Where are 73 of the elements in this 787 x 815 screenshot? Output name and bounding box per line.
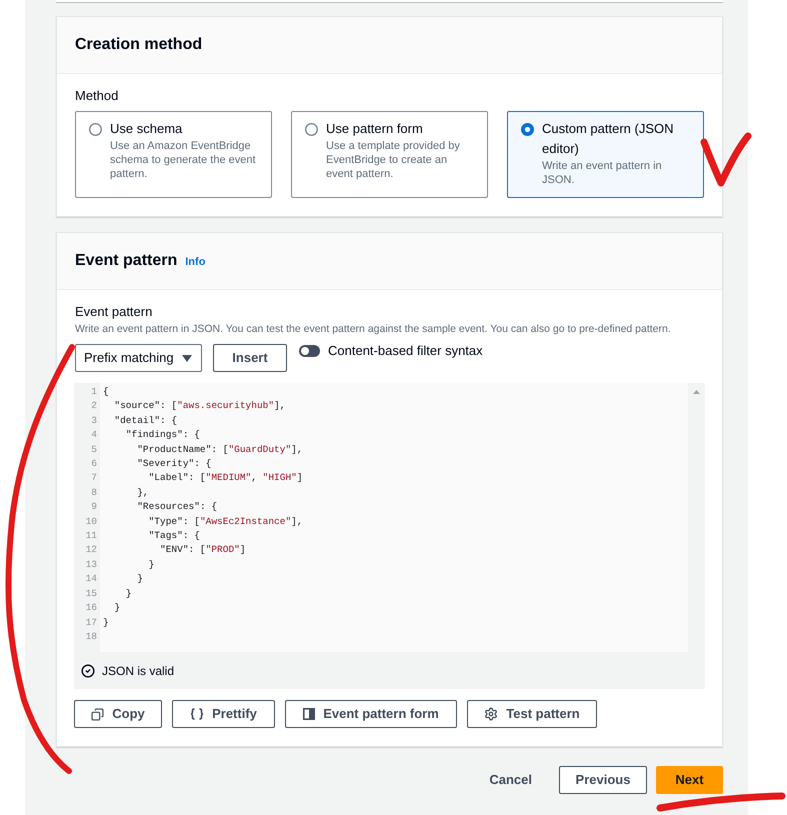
- section-title: Event pattern: [75, 251, 178, 271]
- split-panel-icon: [303, 708, 316, 720]
- field-description: Write an event pattern in JSON. You can test the event pattern against the sample event. You can also go to pre-defined pattern.: [74, 322, 672, 336]
- option-title: Custom pattern (JSON editor): [542, 120, 674, 158]
- line-number: 2: [91, 399, 97, 414]
- option-title: Use schema: [110, 120, 184, 138]
- line-number: 3: [91, 414, 97, 428]
- line-number: 16: [86, 601, 97, 616]
- code-line: "ProductName": ["GuardDuty"],: [136, 442, 303, 457]
- code-line: "Tags": {: [148, 529, 200, 544]
- field-label: Method: [75, 88, 120, 104]
- line-number: 15: [86, 586, 97, 601]
- code-line: }: [136, 572, 143, 586]
- code-line: "source": ["aws.securityhub"],: [113, 399, 286, 414]
- line-number: 18: [86, 630, 97, 644]
- code-line: {: [103, 385, 109, 399]
- footer-button[interactable]: Next: [656, 766, 723, 794]
- code-line: }: [103, 616, 109, 630]
- line-number: 7: [91, 471, 97, 486]
- scroll-up-arrow-icon[interactable]: [693, 390, 700, 394]
- radio-icon[interactable]: [305, 123, 318, 136]
- insert-button[interactable]: Insert: [213, 344, 287, 372]
- option-description: Use a template provided by EventBridge to create an event pattern.: [326, 139, 461, 181]
- code-line: "Label": ["MEDIUM", "HIGH"]: [148, 471, 303, 486]
- validation-message: JSON is valid: [102, 662, 174, 680]
- action-button[interactable]: Test pattern: [467, 700, 597, 728]
- info-link[interactable]: Info: [185, 254, 206, 270]
- option-description: Use an Amazon EventBridge schema to generate the event pattern.: [110, 139, 257, 181]
- braces-icon: [190, 708, 204, 720]
- code-line: }: [148, 558, 154, 572]
- check-mark-annotation: [700, 132, 752, 186]
- matching-select[interactable]: Prefix matching: [75, 344, 202, 372]
- code-line: "Type": ["AwsEc2Instance"],: [148, 514, 303, 529]
- line-number: 12: [86, 543, 97, 558]
- line-number: 4: [91, 428, 97, 442]
- code-line: "findings": {: [124, 428, 200, 442]
- option-description: Write an event pattern in JSON.: [542, 159, 663, 187]
- field-label: Event pattern: [74, 304, 154, 320]
- line-number: 14: [86, 572, 97, 586]
- action-button[interactable]: Prettify: [172, 700, 275, 728]
- code-line: }: [113, 601, 120, 616]
- line-number: 6: [91, 457, 97, 472]
- method-option[interactable]: Use pattern form Use a template provided by EventBridge to create an event pattern.: [291, 111, 488, 198]
- footer-button[interactable]: Cancel: [487, 766, 534, 794]
- radio-icon[interactable]: [521, 123, 534, 136]
- code-line: "Severity": {: [136, 457, 212, 472]
- line-number: 11: [86, 529, 97, 544]
- line-number: 10: [86, 514, 97, 529]
- method-option[interactable]: Custom pattern (JSON editor) Write an event pattern in JSON.: [507, 111, 704, 198]
- toggle-label: Content-based filter syntax: [328, 344, 483, 358]
- line-number: 17: [86, 616, 97, 630]
- code-line: "Resources": {: [136, 500, 218, 514]
- radio-icon[interactable]: [89, 123, 102, 136]
- code-line: },: [136, 486, 149, 500]
- action-button[interactable]: Event pattern form: [285, 700, 457, 728]
- caret-down-icon: [182, 354, 192, 362]
- footer-button[interactable]: Previous: [559, 766, 647, 794]
- line-number: 9: [91, 500, 97, 514]
- method-option[interactable]: Use schema Use an Amazon EventBridge schema to generate the event pattern.: [75, 111, 272, 198]
- line-number: 1: [91, 385, 97, 399]
- code-line: "detail": {: [113, 414, 178, 428]
- line-number: 13: [86, 558, 97, 572]
- toggle-switch[interactable]: [299, 345, 320, 357]
- code-line: "ENV": ["PROD"]: [159, 543, 246, 558]
- line-number: 5: [91, 442, 97, 457]
- line-number: 8: [91, 486, 97, 500]
- code-line: }: [124, 586, 132, 601]
- copy-icon: [91, 708, 104, 720]
- section-title: Creation method: [75, 35, 202, 55]
- action-button[interactable]: Copy: [74, 700, 162, 728]
- settings-icon: [484, 707, 498, 721]
- option-title: Use pattern form: [326, 120, 424, 138]
- check-circle-icon: [81, 664, 95, 678]
